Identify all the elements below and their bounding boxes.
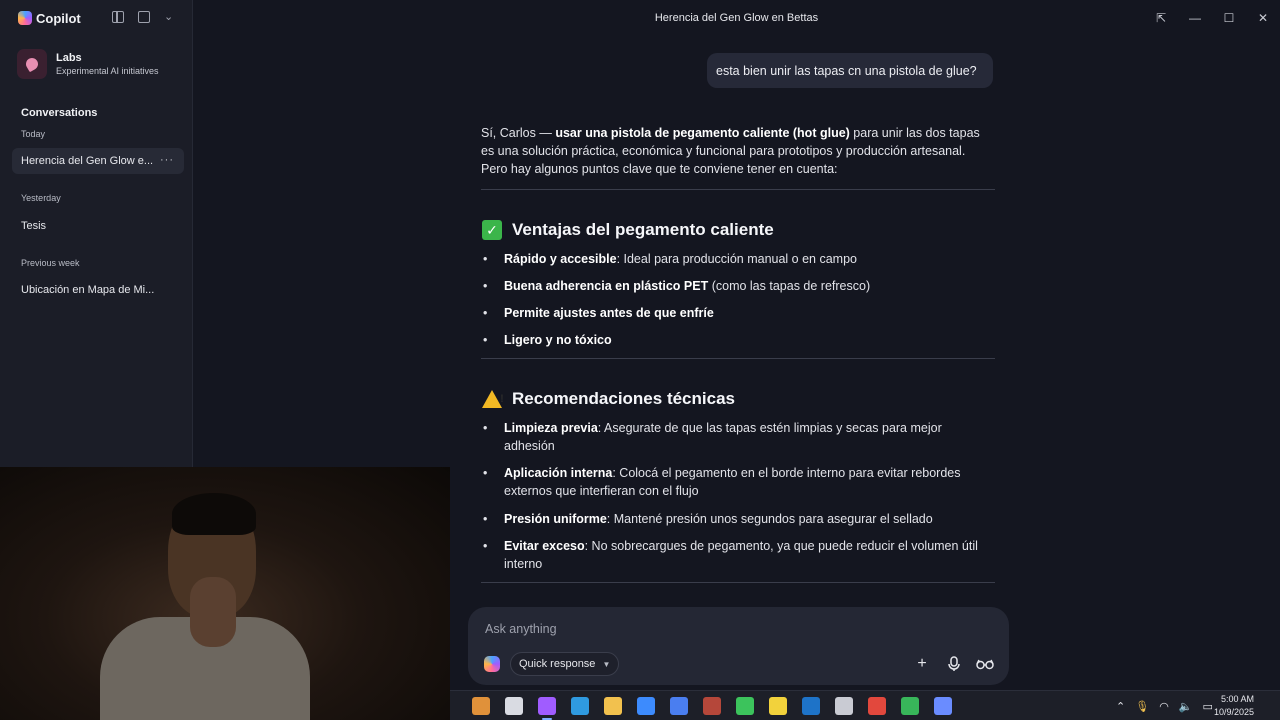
warning-icon: ! <box>482 389 504 409</box>
conversation-item[interactable]: Ubicación en Mapa de Mi... <box>12 277 184 303</box>
taskbar-app-chrome-icon[interactable] <box>868 697 886 715</box>
show-hidden-icons-icon[interactable]: ⌃ <box>1116 700 1125 713</box>
clock[interactable]: 5:00 AM 10/9/2025 <box>1214 693 1254 719</box>
group-label-yesterday: Yesterday <box>21 193 61 203</box>
taskbar-app-winrar-icon[interactable] <box>703 697 721 715</box>
wifi-icon[interactable]: ◠ <box>1159 700 1169 713</box>
taskbar-app-outlook-icon[interactable] <box>802 697 820 715</box>
list-item: Buena adherencia en plástico PET (como l… <box>481 277 995 295</box>
taskbar-app-copilot-pro-icon[interactable] <box>934 697 952 715</box>
conversation-title: Ubicación en Mapa de Mi... <box>21 284 155 296</box>
taskbar-app-task-view-icon[interactable] <box>505 697 523 715</box>
section-heading-ventajas: ✓ Ventajas del pegamento caliente <box>482 220 774 240</box>
list-item: Ligero y no tóxico <box>481 331 995 349</box>
divider <box>481 582 995 583</box>
conversation-item-active[interactable]: Herencia del Gen Glow e... ··· <box>12 148 184 174</box>
taskbar-app-play-icon[interactable] <box>901 697 919 715</box>
list-item: Aplicación interna: Colocá el pegamento … <box>481 464 995 500</box>
clock-date: 10/9/2025 <box>1213 707 1254 717</box>
conversations-title: Conversations <box>21 107 98 119</box>
divider <box>481 189 995 190</box>
taskbar-app-store-icon[interactable] <box>637 697 655 715</box>
composer: Quick response ▼ + <box>468 607 1009 685</box>
user-message: esta bien unir las tapas cn una pistola … <box>707 53 993 88</box>
open-external-icon[interactable]: ⇱ <box>1144 11 1178 25</box>
taskbar-app-file-explorer-icon[interactable] <box>604 697 622 715</box>
microphone-status-icon[interactable]: 🎙 <box>1135 700 1149 713</box>
labs-entry[interactable]: Labs Experimental AI initiatives <box>17 49 159 79</box>
clock-time: 5:00 AM <box>1220 694 1254 704</box>
taskbar: ⌃ 🎙 ◠ 🔈 ▭ 5:00 AM 10/9/2025 <box>450 690 1280 720</box>
group-label-previous-week: Previous week <box>21 258 80 268</box>
divider <box>481 358 995 359</box>
maximize-button[interactable]: ☐ <box>1212 11 1246 25</box>
labs-icon <box>17 49 47 79</box>
system-tray: ⌃ 🎙 ◠ 🔈 ▭ <box>1116 691 1213 720</box>
app-name: Copilot <box>36 10 81 26</box>
labs-subtitle: Experimental AI initiatives <box>56 66 159 76</box>
labs-title: Labs <box>56 52 82 64</box>
add-icon[interactable]: + <box>912 654 932 674</box>
battery-icon[interactable]: ▭ <box>1203 700 1213 713</box>
taskbar-app-edge-icon[interactable] <box>571 697 589 715</box>
list-item: Presión uniforme: Mantené presión unos s… <box>481 510 995 528</box>
taskbar-app-copilot-icon[interactable] <box>538 697 556 715</box>
taskbar-app-exness-icon[interactable] <box>769 697 787 715</box>
conversation-item[interactable]: Tesis <box>12 213 184 239</box>
copilot-logo-icon[interactable] <box>484 656 500 672</box>
sidebar-header-actions: ⌄ <box>112 11 176 23</box>
conversation-title: Tesis <box>21 220 47 232</box>
section-heading-recomendaciones: ! Recomendaciones técnicas <box>482 389 735 409</box>
chevron-down-icon: ▼ <box>602 659 611 669</box>
volume-icon[interactable]: 🔈 <box>1179 700 1193 713</box>
close-button[interactable]: ✕ <box>1246 11 1280 25</box>
list-item: Permite ajustes antes de que enfríe <box>481 304 995 322</box>
quick-response-dropdown[interactable]: Quick response ▼ <box>510 652 620 676</box>
copilot-window: Copilot ⌄ Labs Experimental AI initiativ… <box>0 0 1280 720</box>
taskbar-app-widgets-icon[interactable] <box>472 697 490 715</box>
copilot-logo-icon <box>18 11 32 25</box>
taskbar-app-settings-icon[interactable] <box>835 697 853 715</box>
webcam-overlay <box>0 467 450 720</box>
title-bar: Herencia del Gen Glow en Bettas ⇱ — ☐ ✕ <box>193 0 1280 36</box>
list-item: Evitar exceso: No sobrecargues de pegame… <box>481 537 995 573</box>
answer-intro: Sí, Carlos — usar una pistola de pegamen… <box>481 126 980 176</box>
microphone-icon[interactable] <box>944 654 964 674</box>
more-options-icon[interactable]: ··· <box>160 154 174 166</box>
conversation-title: Herencia del Gen Glow e... <box>21 155 154 167</box>
glasses-icon[interactable] <box>975 654 995 674</box>
toggle-sidebar-icon[interactable] <box>112 11 124 23</box>
list-item: Rápido y accesible: Ideal para producció… <box>481 250 995 268</box>
new-chat-icon[interactable] <box>138 11 150 23</box>
check-mark-icon: ✓ <box>482 220 502 240</box>
taskbar-app-stocks-icon[interactable] <box>736 697 754 715</box>
ask-input[interactable] <box>485 620 965 638</box>
webcam-person-hair <box>172 493 256 535</box>
group-label-today: Today <box>21 129 46 139</box>
chevron-down-icon[interactable]: ⌄ <box>164 11 176 23</box>
webcam-person-hand <box>190 577 236 647</box>
taskbar-app-docs-icon[interactable] <box>670 697 688 715</box>
minimize-button[interactable]: — <box>1178 11 1212 25</box>
mode-label: Quick response <box>519 658 596 670</box>
list-item: Limpieza previa: Asegurate de que las ta… <box>481 419 995 455</box>
window-title: Herencia del Gen Glow en Bettas <box>654 12 819 24</box>
window-controls: ⇱ — ☐ ✕ <box>1144 0 1280 36</box>
